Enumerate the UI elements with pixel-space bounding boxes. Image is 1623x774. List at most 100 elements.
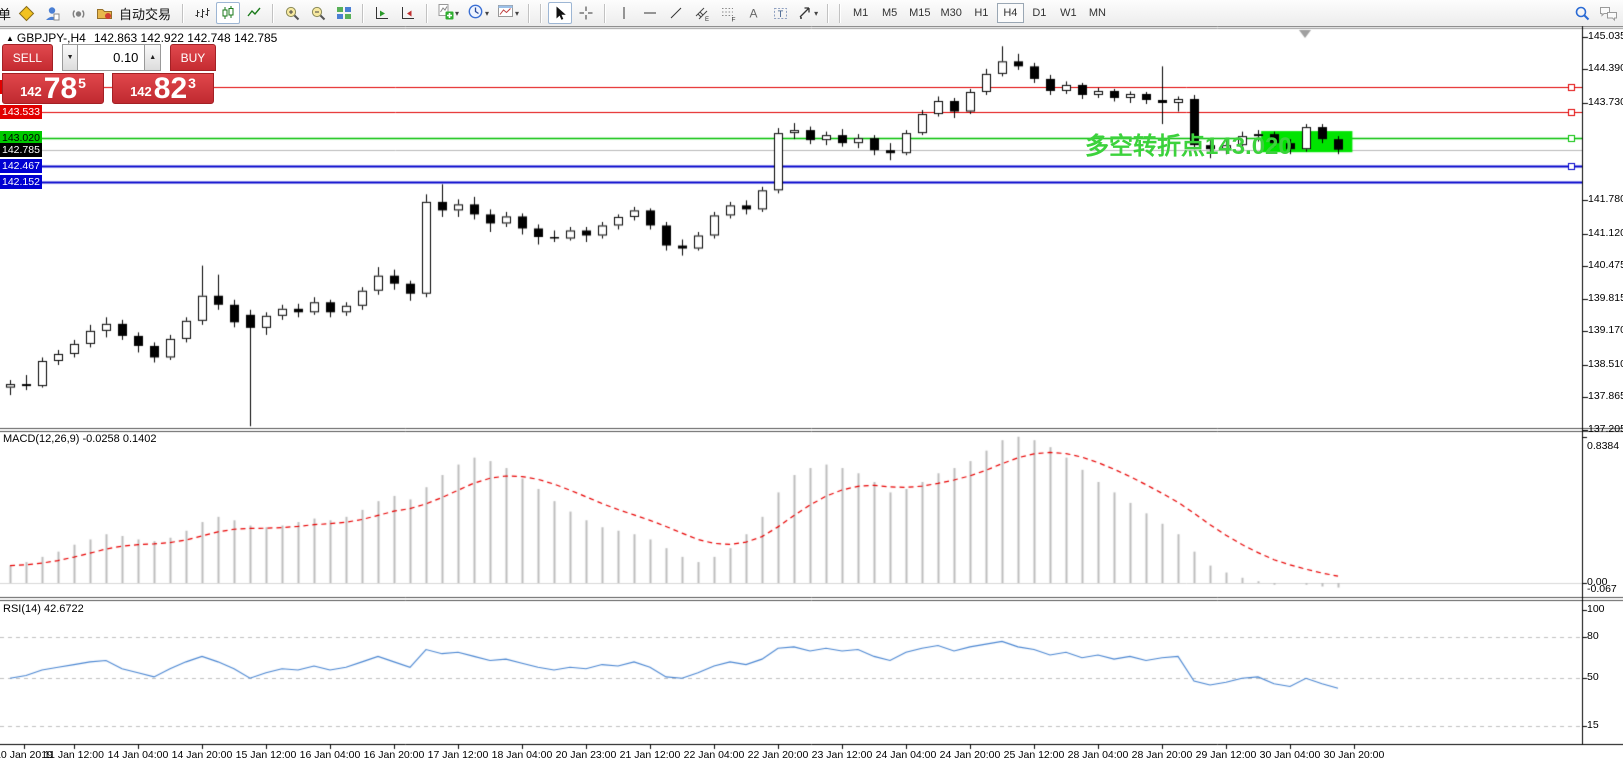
svg-text:T: T — [777, 8, 783, 18]
sell-button[interactable]: SELL — [2, 44, 53, 71]
zoom-in-icon — [284, 5, 301, 22]
new-order-icon — [18, 5, 35, 22]
buy-price[interactable]: 142823 — [112, 73, 214, 104]
crosshair-icon — [578, 5, 594, 21]
vertical-line-button[interactable] — [612, 2, 636, 24]
fibonacci-icon: F — [720, 5, 737, 22]
timeframe-d1[interactable]: D1 — [1026, 3, 1053, 23]
timeframe-m1[interactable]: M1 — [847, 3, 874, 23]
autotrading-button[interactable] — [92, 2, 116, 24]
clock-icon — [467, 3, 484, 23]
toolbar-separator — [540, 4, 542, 23]
candlestick-chart-button[interactable] — [216, 2, 240, 24]
timeframe-group: M1 M5 M15 M30 H1 H4 D1 W1 MN — [846, 3, 1112, 23]
vertical-line-icon — [616, 5, 632, 21]
toolbar-separator — [182, 4, 184, 23]
bar-chart-button[interactable] — [190, 2, 214, 24]
text-a-icon: A — [746, 5, 762, 21]
line-chart-button[interactable] — [242, 2, 266, 24]
one-click-trading-panel: SELL ▼ ▲ BUY 142785 142823 — [2, 44, 216, 104]
toolbar-separator — [839, 4, 841, 23]
timeframe-w1[interactable]: W1 — [1055, 3, 1082, 23]
volume-input[interactable] — [78, 44, 144, 71]
volume-decrease-button[interactable]: ▼ — [62, 44, 79, 71]
timeframe-h1[interactable]: H1 — [968, 3, 995, 23]
zoom-in-button[interactable] — [280, 2, 304, 24]
tile-windows-icon — [336, 5, 352, 21]
chevron-down-icon: ▾ — [485, 9, 489, 18]
channel-icon: E — [694, 5, 711, 22]
trade-panel-prices-row: 142785 142823 — [2, 73, 216, 104]
periods-button[interactable]: ▾ — [464, 2, 492, 24]
auto-scroll-button[interactable] — [370, 2, 394, 24]
rsi-indicator-label: RSI(14) 42.6722 — [3, 603, 84, 615]
toolbar-separator — [426, 4, 428, 23]
bar-chart-icon — [194, 5, 210, 21]
templates-button[interactable]: ▾ — [494, 2, 522, 24]
horizontal-line-button[interactable] — [638, 2, 662, 24]
trend-annotation: 多空转折点143.020 — [1085, 126, 1292, 161]
text-label-button[interactable]: T — [768, 2, 792, 24]
toolbar-separator — [362, 4, 364, 23]
horizontal-line-icon — [642, 5, 658, 21]
toolbar-separator — [272, 4, 274, 23]
trade-panel-top-row: SELL ▼ ▲ BUY — [2, 44, 216, 71]
text-button[interactable]: A — [742, 2, 766, 24]
toolbar-right-group — [1569, 2, 1621, 24]
person-icon — [44, 5, 61, 22]
shapes-icon — [797, 4, 813, 23]
trendline-button[interactable] — [664, 2, 688, 24]
ohlc-values: 142.863 142.922 142.748 142.785 — [94, 31, 278, 45]
svg-text:E: E — [705, 17, 709, 22]
macd-indicator-label: MACD(12,26,9) -0.0258 0.1402 — [3, 433, 156, 445]
search-icon — [1574, 5, 1591, 22]
metaeditor-button[interactable] — [40, 2, 64, 24]
spinner-down-icon: ▼ — [67, 54, 74, 61]
timeframe-mn[interactable]: MN — [1084, 3, 1111, 23]
toolbar: 单 自动交易 — [0, 0, 1623, 26]
search-button[interactable] — [1570, 2, 1594, 24]
chevron-down-icon: ▾ — [455, 9, 459, 18]
signals-button[interactable] — [66, 2, 90, 24]
indicators-icon — [437, 3, 454, 23]
svg-text:F: F — [731, 16, 735, 22]
new-order-button[interactable] — [14, 2, 38, 24]
chart-title: ▲GBPJPY-,H4142.863 142.922 142.748 142.7… — [6, 31, 277, 45]
candlestick-chart-icon — [220, 5, 236, 21]
chart-shift-icon — [400, 5, 416, 21]
spinner-up-icon: ▲ — [149, 54, 156, 61]
chat-button[interactable] — [1596, 2, 1620, 24]
autotrading-label: 自动交易 — [119, 4, 171, 23]
chevron-down-icon: ▾ — [515, 9, 519, 18]
trendline-icon — [668, 5, 684, 21]
chart-shift-button[interactable] — [396, 2, 420, 24]
buy-button[interactable]: BUY — [170, 44, 216, 71]
arrows-shapes-button[interactable]: ▾ — [794, 2, 821, 24]
buy-pipette: 3 — [188, 75, 196, 91]
toolbar-separator — [827, 4, 829, 23]
line-chart-icon — [246, 5, 262, 21]
indicators-button[interactable]: ▾ — [434, 2, 462, 24]
svg-text:A: A — [750, 7, 758, 21]
timeframe-m5[interactable]: M5 — [876, 3, 903, 23]
timeframe-h4[interactable]: H4 — [997, 3, 1024, 23]
chart-canvas[interactable] — [0, 0, 1623, 774]
timeframe-m15[interactable]: M15 — [905, 3, 934, 23]
chat-icon — [1599, 5, 1618, 22]
volume-increase-button[interactable]: ▲ — [144, 44, 161, 71]
equidistant-channel-button[interactable]: E — [690, 2, 714, 24]
fibonacci-button[interactable]: F — [716, 2, 740, 24]
template-icon — [497, 3, 514, 23]
timeframe-m30[interactable]: M30 — [936, 3, 965, 23]
crosshair-button[interactable] — [574, 2, 598, 24]
cursor-icon — [552, 5, 568, 21]
text-label-icon: T — [772, 5, 789, 22]
zoom-out-icon — [310, 5, 327, 22]
buy-big-figure: 142 — [130, 84, 152, 99]
buy-pips: 82 — [154, 75, 187, 103]
zoom-out-button[interactable] — [306, 2, 330, 24]
sell-price[interactable]: 142785 — [2, 73, 104, 104]
cursor-button[interactable] — [548, 2, 572, 24]
tile-windows-button[interactable] — [332, 2, 356, 24]
toolbar-separator — [604, 4, 606, 23]
